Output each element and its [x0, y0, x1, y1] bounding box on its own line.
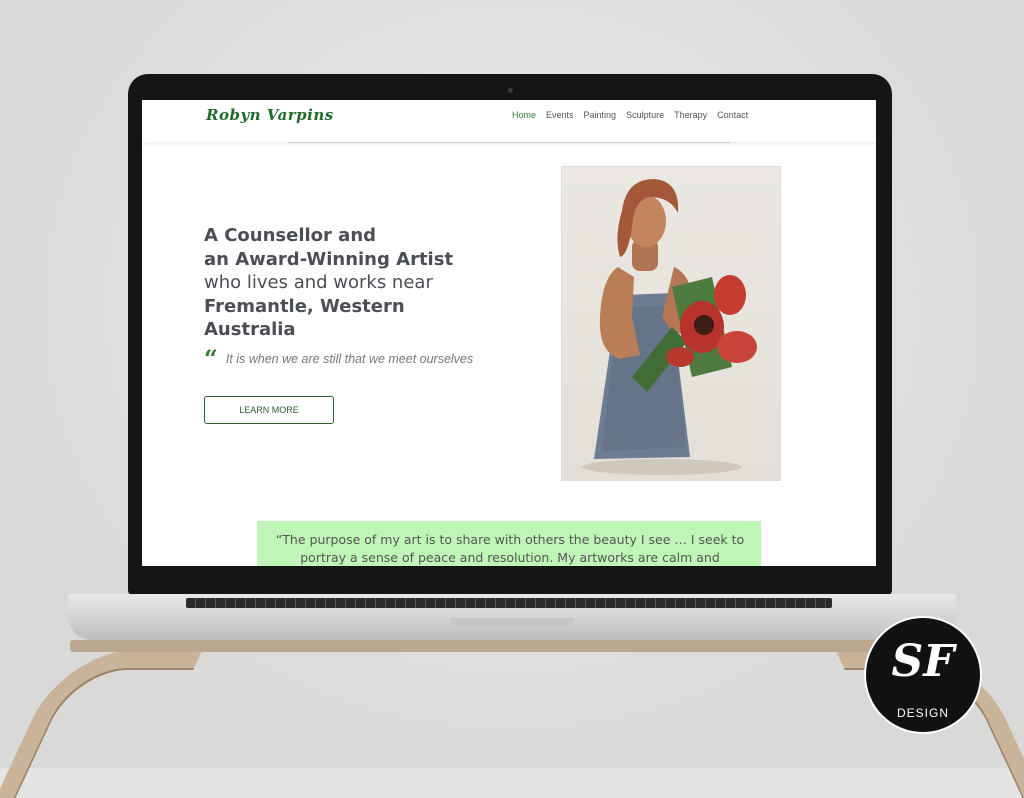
learn-more-button[interactable]: LEARN MORE: [204, 396, 334, 424]
nav-sculpture[interactable]: Sculpture: [626, 110, 664, 120]
stand-top: [70, 640, 954, 652]
hero-line-2: an Award-Winning Artist: [204, 248, 454, 270]
header-divider: [288, 142, 730, 143]
hero-line-4: Fremantle, Western: [204, 295, 405, 317]
hero-line-3: who lives and works near: [204, 272, 433, 293]
site-header: Robyn Varpins Home Events Painting Sculp…: [142, 100, 876, 142]
quote-band: “The purpose of my art is to share with …: [257, 521, 761, 566]
laptop-keyboard: [186, 598, 832, 608]
nav-contact[interactable]: Contact: [717, 110, 748, 120]
quote-icon: “: [204, 344, 218, 373]
badge-monogram: SF: [891, 636, 955, 687]
laptop-notch: [450, 618, 574, 626]
nav-events[interactable]: Events: [546, 110, 574, 120]
hero-line-5: Australia: [204, 319, 296, 340]
nav-home[interactable]: Home: [512, 110, 536, 120]
badge-label: DESIGN: [896, 706, 949, 720]
quote-text: It is when we are still that we meet our…: [225, 352, 474, 366]
hero-heading: A Counsellor and an Award-Winning Artist…: [204, 224, 474, 342]
nav-therapy[interactable]: Therapy: [674, 110, 707, 120]
hero-quote: “ It is when we are still that we meet o…: [204, 344, 474, 373]
sculpture-illustration: [582, 179, 757, 475]
laptop-screen: Robyn Varpins Home Events Painting Sculp…: [142, 100, 876, 566]
hero-line-1: A Counsellor and: [204, 225, 377, 246]
nav-painting[interactable]: Painting: [584, 110, 617, 120]
band-quote-text: “The purpose of my art is to share with …: [275, 532, 745, 565]
sculpture-image: [561, 166, 781, 481]
sf-design-badge: SF DESIGN: [864, 616, 982, 734]
camera-icon: [508, 88, 513, 93]
main-nav: Home Events Painting Sculpture Therapy C…: [512, 110, 748, 120]
site-logo[interactable]: Robyn Varpins: [206, 106, 334, 124]
